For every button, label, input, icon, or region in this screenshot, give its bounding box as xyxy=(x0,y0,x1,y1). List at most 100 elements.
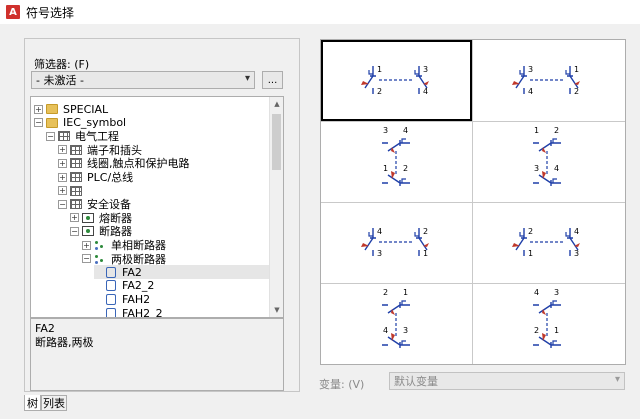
pin-label: 3 xyxy=(574,249,579,258)
grid-icon xyxy=(70,185,82,196)
pin-label: 4 xyxy=(383,326,388,335)
circuit-breaker-symbol: 2 1 4 3 xyxy=(382,288,410,348)
pin-label: 2 xyxy=(423,227,428,236)
pin-label: 3 xyxy=(383,126,388,135)
green-icon xyxy=(82,226,94,237)
pin-label: 3 xyxy=(377,249,382,258)
pin-label: 4 xyxy=(403,126,408,135)
symbol-cell[interactable]: 1 2 3 4 xyxy=(472,121,623,202)
grid-icon xyxy=(70,158,82,169)
symbol-cell[interactable]: 4 3 2 1 xyxy=(472,283,623,364)
title-bar: A 符号选择 xyxy=(0,0,640,24)
tree-item-label: 两极断路器 xyxy=(111,252,166,266)
symbol-icon xyxy=(106,293,116,305)
pin-label: 3 xyxy=(423,65,428,74)
folder-icon xyxy=(46,104,58,114)
pin-label: 4 xyxy=(528,87,533,96)
tree-item[interactable]: + xyxy=(58,184,87,198)
scroll-up-icon[interactable]: ▲ xyxy=(270,97,283,111)
app-logo-icon: A xyxy=(6,5,20,19)
pin-label: 3 xyxy=(528,65,533,74)
pin-label: 2 xyxy=(574,87,579,96)
circuit-breaker-symbol: 3 4 1 2 xyxy=(382,126,410,186)
pin-label: 4 xyxy=(534,288,539,297)
symbol-preview-grid: 1 2 3 4 3 4 1 2 3 4 1 2 1 2 3 4 4 3 2 1 2 1 4 3 2 1 4 3 4 3 2 1 xyxy=(320,39,626,365)
symbol-icon xyxy=(106,266,116,278)
symbol-name: FA2 xyxy=(35,322,55,335)
circuit-breaker-symbol: 3 4 1 2 xyxy=(512,65,580,96)
symbol-cell[interactable]: 1 2 3 4 xyxy=(321,40,472,121)
grid-icon xyxy=(70,172,82,182)
tree-item[interactable]: FA2_2 xyxy=(94,279,154,293)
filter-more-button[interactable]: ... xyxy=(262,71,283,89)
collapse-icon[interactable]: − xyxy=(46,131,55,141)
pin-label: 3 xyxy=(403,326,408,335)
circuit-breaker-symbol: 1 2 3 4 xyxy=(361,65,429,96)
tab-tree[interactable]: 树 xyxy=(24,395,41,411)
expand-icon[interactable]: + xyxy=(34,104,43,114)
tab-list[interactable]: 列表 xyxy=(41,395,67,411)
collapse-icon[interactable]: − xyxy=(70,226,79,236)
pin-label: 1 xyxy=(554,326,559,335)
pin-label: 1 xyxy=(377,65,382,74)
tree-item[interactable]: − 两极断路器 xyxy=(82,252,166,266)
symbol-description: FA2 断路器,两极 xyxy=(30,318,284,391)
expand-icon[interactable]: + xyxy=(58,172,67,182)
grid-icon xyxy=(70,144,82,155)
chevron-down-icon: ▾ xyxy=(614,374,620,385)
pin-label: 4 xyxy=(574,227,579,236)
pin-label: 1 xyxy=(574,65,579,74)
expand-icon[interactable]: + xyxy=(70,213,79,223)
filter-dropdown[interactable]: - 未激活 - ▾ xyxy=(31,71,255,89)
pin-label: 2 xyxy=(528,227,533,236)
tree-item[interactable]: + PLC/总线 xyxy=(58,170,133,184)
tree-item-label: IEC_symbol xyxy=(63,116,127,130)
tree-scrollbar[interactable]: ▲ ▼ xyxy=(269,97,283,317)
symbol-cell[interactable]: 3 4 1 2 xyxy=(321,121,472,202)
tree-item[interactable]: + SPECIAL xyxy=(34,102,108,116)
grid-icon xyxy=(70,199,82,210)
chevron-down-icon: ▾ xyxy=(244,73,250,84)
symbol-cell[interactable]: 2 1 4 3 xyxy=(321,283,472,364)
dots-icon xyxy=(94,254,106,264)
scrollbar-thumb[interactable] xyxy=(272,114,281,170)
collapse-icon[interactable]: − xyxy=(34,118,43,128)
pin-label: 1 xyxy=(528,249,533,258)
tree-item[interactable]: FAH2 xyxy=(94,292,150,306)
scroll-down-icon[interactable]: ▼ xyxy=(270,303,283,317)
circuit-breaker-symbol: 4 3 2 1 xyxy=(533,288,561,348)
tree-item-label: FA2 xyxy=(122,265,142,279)
symbol-cell[interactable]: 3 4 1 2 xyxy=(472,40,623,121)
symbol-icon xyxy=(106,307,116,317)
circuit-breaker-symbol: 1 2 3 4 xyxy=(533,126,561,186)
expand-icon[interactable]: + xyxy=(58,186,67,196)
tree-item-label: FA2_2 xyxy=(122,279,155,293)
panel-splitter[interactable] xyxy=(306,24,314,419)
pin-label: 1 xyxy=(403,288,408,297)
tree-item-label: FAH2_2 xyxy=(122,306,163,318)
pin-label: 4 xyxy=(554,164,559,173)
tree-item[interactable]: FA2 xyxy=(94,265,283,280)
pin-label: 3 xyxy=(554,288,559,297)
tree-item-label: FAH2 xyxy=(122,292,151,306)
symbol-icon xyxy=(106,280,116,292)
expand-icon[interactable]: + xyxy=(58,158,67,168)
tree-item[interactable]: FAH2_2 xyxy=(94,306,163,318)
grid-icon xyxy=(58,131,70,142)
expand-icon[interactable]: + xyxy=(58,145,67,155)
pin-label: 2 xyxy=(377,87,382,96)
collapse-icon[interactable]: − xyxy=(82,254,91,264)
pin-label: 1 xyxy=(383,164,388,173)
collapse-icon[interactable]: − xyxy=(58,199,67,209)
expand-icon[interactable]: + xyxy=(82,240,91,250)
filter-label: 筛选器: (F) xyxy=(34,58,90,71)
symbol-tree[interactable]: + SPECIAL − IEC_symbol − 电气工程 + 端子和插头 + 线圈,触点和保护电… xyxy=(30,96,284,318)
tree-item-label: PLC/总线 xyxy=(87,171,134,184)
symbol-cell[interactable]: 4 3 2 1 xyxy=(321,202,472,283)
pin-label: 1 xyxy=(534,126,539,135)
symbol-cell[interactable]: 2 1 4 3 xyxy=(472,202,623,283)
variant-dropdown[interactable]: 默认变量 ▾ xyxy=(389,372,625,390)
circuit-breaker-symbol: 2 1 4 3 xyxy=(512,227,580,258)
pin-label: 1 xyxy=(423,249,428,258)
variant-selected-value: 默认变量 xyxy=(394,375,438,388)
